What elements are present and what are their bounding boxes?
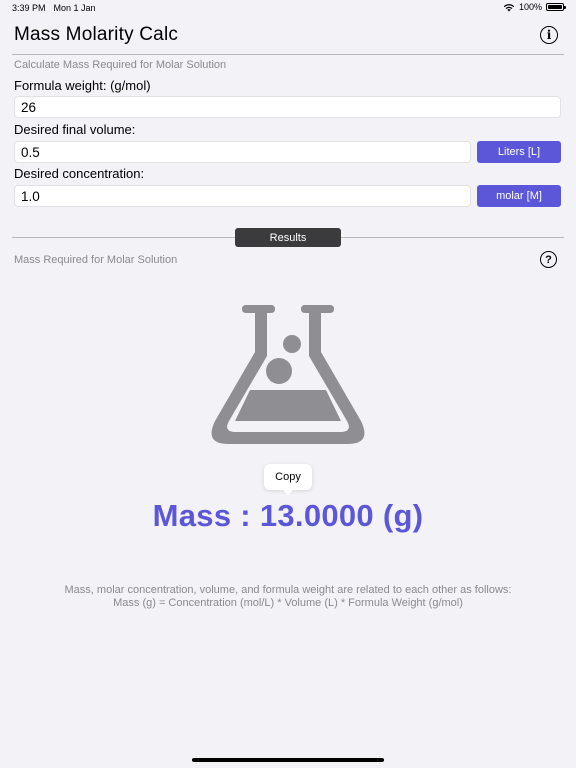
results-subtitle: Mass Required for Molar Solution <box>14 254 178 266</box>
help-icon[interactable]: ? <box>540 251 557 268</box>
status-right: 100% <box>503 2 566 12</box>
volume-unit-button[interactable]: Liters [L] <box>477 141 561 163</box>
page-title: Mass Molarity Calc <box>14 24 179 45</box>
concentration-label: Desired concentration: <box>14 166 145 181</box>
mass-result: Mass : 13.0000 (g) <box>152 498 424 533</box>
status-time: 3:39 PM <box>12 3 46 13</box>
info-icon[interactable]: i <box>540 26 558 44</box>
header-divider <box>12 54 564 55</box>
battery-icon <box>546 3 566 11</box>
status-date: Mon 1 Jan <box>53 3 96 13</box>
concentration-unit-button[interactable]: molar [M] <box>477 185 561 207</box>
copy-button[interactable]: Copy <box>264 464 312 495</box>
wifi-icon <box>503 3 515 11</box>
final-volume-label: Desired final volume: <box>14 122 136 137</box>
home-indicator[interactable] <box>192 758 384 762</box>
explanation-line-2: Mass (g) = Concentration (mol/L) * Volum… <box>113 597 463 609</box>
explanation-line-1: Mass, molar concentration, volume, and f… <box>64 584 512 596</box>
input-section-subtitle: Calculate Mass Required for Molar Soluti… <box>14 59 227 71</box>
concentration-input[interactable]: 1.0 <box>14 185 471 207</box>
battery-percent: 100% <box>518 2 542 12</box>
results-pill: Results <box>235 228 341 247</box>
status-bar: 3:39 PM Mon 1 Jan <box>0 0 576 16</box>
flask-icon <box>211 305 365 444</box>
final-volume-input[interactable]: 0.5 <box>14 141 471 163</box>
formula-weight-label: Formula weight: (g/mol) <box>14 78 151 93</box>
formula-weight-input[interactable]: 26 <box>14 96 561 118</box>
